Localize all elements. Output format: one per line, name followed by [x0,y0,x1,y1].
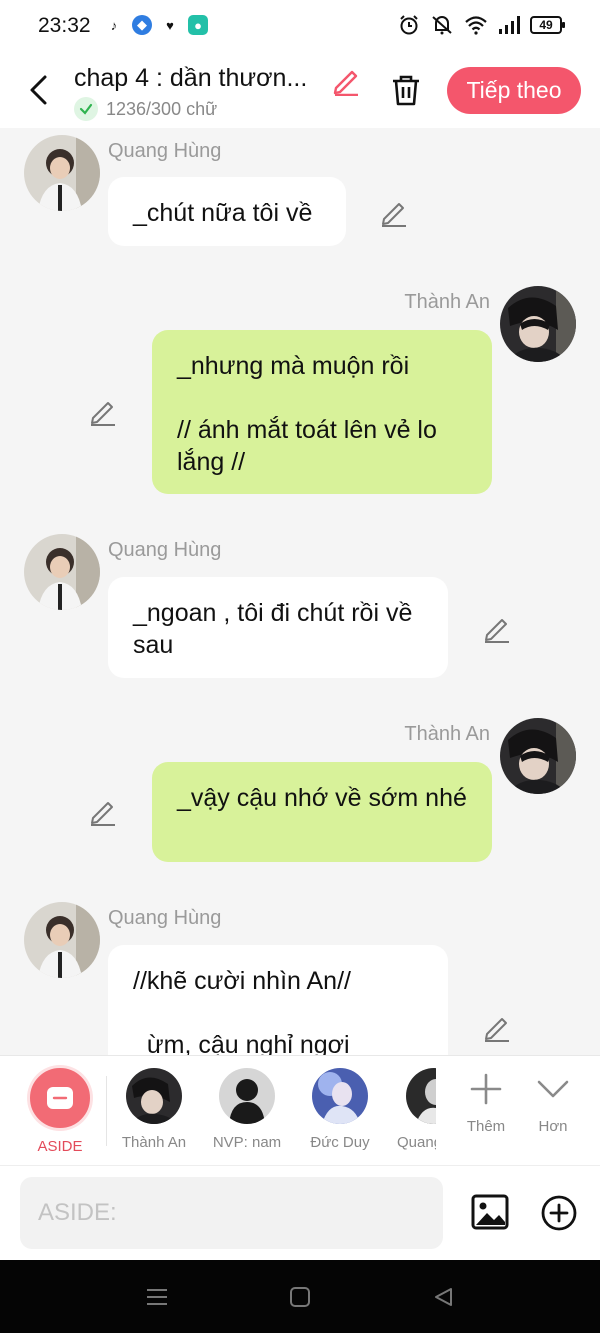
pencil-icon [91,802,115,826]
edit-message-button[interactable] [482,613,512,643]
notification-icons: ♪ ◆ ♥ ● [104,15,208,35]
collapse-label: Hơn [538,1118,568,1135]
edit-title-button[interactable] [330,64,362,97]
character-label: Đức Duy [310,1134,370,1151]
character-bar: ASIDE Thành An NVP: nam Đức Duy Quang Hù… [0,1055,600,1165]
character-label: Thành An [121,1134,187,1151]
heart-app-icon: ♥ [166,17,174,33]
avatar-quang-hung[interactable] [24,135,100,211]
avatar [219,1068,275,1124]
status-time: 23:32 [38,14,91,37]
character-label: NVP: nam [212,1134,282,1151]
chat-app-icon: ● [188,15,208,35]
character-label: Quang Hùng [397,1134,436,1151]
edit-message-button[interactable] [379,197,409,227]
edit-message-button[interactable] [88,796,118,826]
recents-button[interactable] [142,1282,172,1312]
pencil-icon [91,402,115,426]
message-bubble[interactable]: _chút nữa tôi về [108,177,346,246]
message-bubble[interactable]: _ngoan , tôi đi chút rồi về sau [108,577,448,678]
avatar [312,1068,368,1124]
divider [106,1076,107,1146]
plus-circle-icon [541,1195,577,1231]
avatar-quang-hung[interactable] [24,534,100,610]
sender-name: Quang Hùng [108,539,222,561]
word-count: 1236/300 chữ [74,97,217,121]
alarm-icon [400,15,418,35]
mute-icon [432,16,452,35]
home-button[interactable] [285,1282,315,1312]
system-navigation-bar [0,1260,600,1333]
avatar-quang-hung[interactable] [24,902,100,978]
chevron-left-icon [30,75,47,105]
more-button[interactable]: Thêm [451,1072,521,1135]
system-icons: 49 [398,14,565,36]
more-label: Thêm [466,1118,506,1135]
character-thanh-an[interactable]: Thành An [111,1068,197,1151]
pencil-icon [485,619,509,643]
system-back-button[interactable] [428,1282,458,1312]
back-button[interactable] [18,70,58,110]
collapse-button[interactable]: Hơn [518,1072,588,1135]
edit-message-button[interactable] [482,1012,512,1042]
signal-icon [499,16,520,34]
chapter-header: chap 4 : dần thươn... 1236/300 chữ Tiếp … [0,52,600,128]
character-aside[interactable]: ASIDE [17,1068,103,1155]
wifi-icon [465,16,487,35]
chat-area[interactable]: Quang Hùng _chút nữa tôi về Thành An _nh… [0,128,600,1055]
character-label: ASIDE [37,1138,83,1155]
pencil-icon [382,203,406,227]
check-icon [74,97,98,121]
delete-button[interactable] [386,70,426,110]
pencil-icon [485,1018,509,1042]
avatar-thanh-an[interactable] [500,718,576,794]
sender-name: Thành An [404,291,490,313]
edit-message-button[interactable] [88,396,118,426]
avatar-thanh-an[interactable] [500,286,576,362]
battery-level: 49 [539,18,553,32]
input-bar [0,1165,600,1260]
next-button[interactable]: Tiếp theo [447,67,581,114]
menu-icon [147,1289,167,1305]
message-bubble[interactable]: //khẽ cười nhìn An// _ừm, cậu nghỉ ngơi [108,945,448,1055]
avatar [126,1068,182,1124]
add-button[interactable] [540,1194,578,1232]
character-nvp-nam[interactable]: NVP: nam [204,1068,290,1151]
plus-icon [470,1073,502,1105]
message-bubble[interactable]: _nhưng mà muộn rồi // ánh mắt toát lên v… [152,330,492,494]
message-bubble[interactable]: _vậy cậu nhớ về sớm nhé [152,762,492,862]
message-input[interactable] [20,1177,443,1249]
tiktok-icon: ♪ [110,17,118,33]
chevron-down-icon [537,1080,569,1098]
trash-icon [393,75,419,106]
aside-icon [30,1068,90,1128]
sender-name: Quang Hùng [108,140,222,162]
sender-name: Quang Hùng [108,907,222,929]
character-duc-duy[interactable]: Đức Duy [297,1068,383,1151]
character-quang-hung[interactable]: Quang Hùng [390,1068,436,1151]
image-icon [471,1194,509,1230]
status-bar: 23:32 ♪ ◆ ♥ ● 49 [0,0,600,52]
battery-icon: 49 [530,16,565,34]
chapter-title[interactable]: chap 4 : dần thươn... [74,64,320,93]
insert-image-button[interactable] [470,1192,510,1232]
messenger-icon: ◆ [132,15,152,35]
word-count-text: 1236/300 chữ [106,98,218,119]
sender-name: Thành An [404,723,490,745]
triangle-back-icon [435,1288,452,1306]
pencil-icon [333,70,358,97]
home-square-icon [290,1287,310,1307]
avatar [406,1068,436,1124]
